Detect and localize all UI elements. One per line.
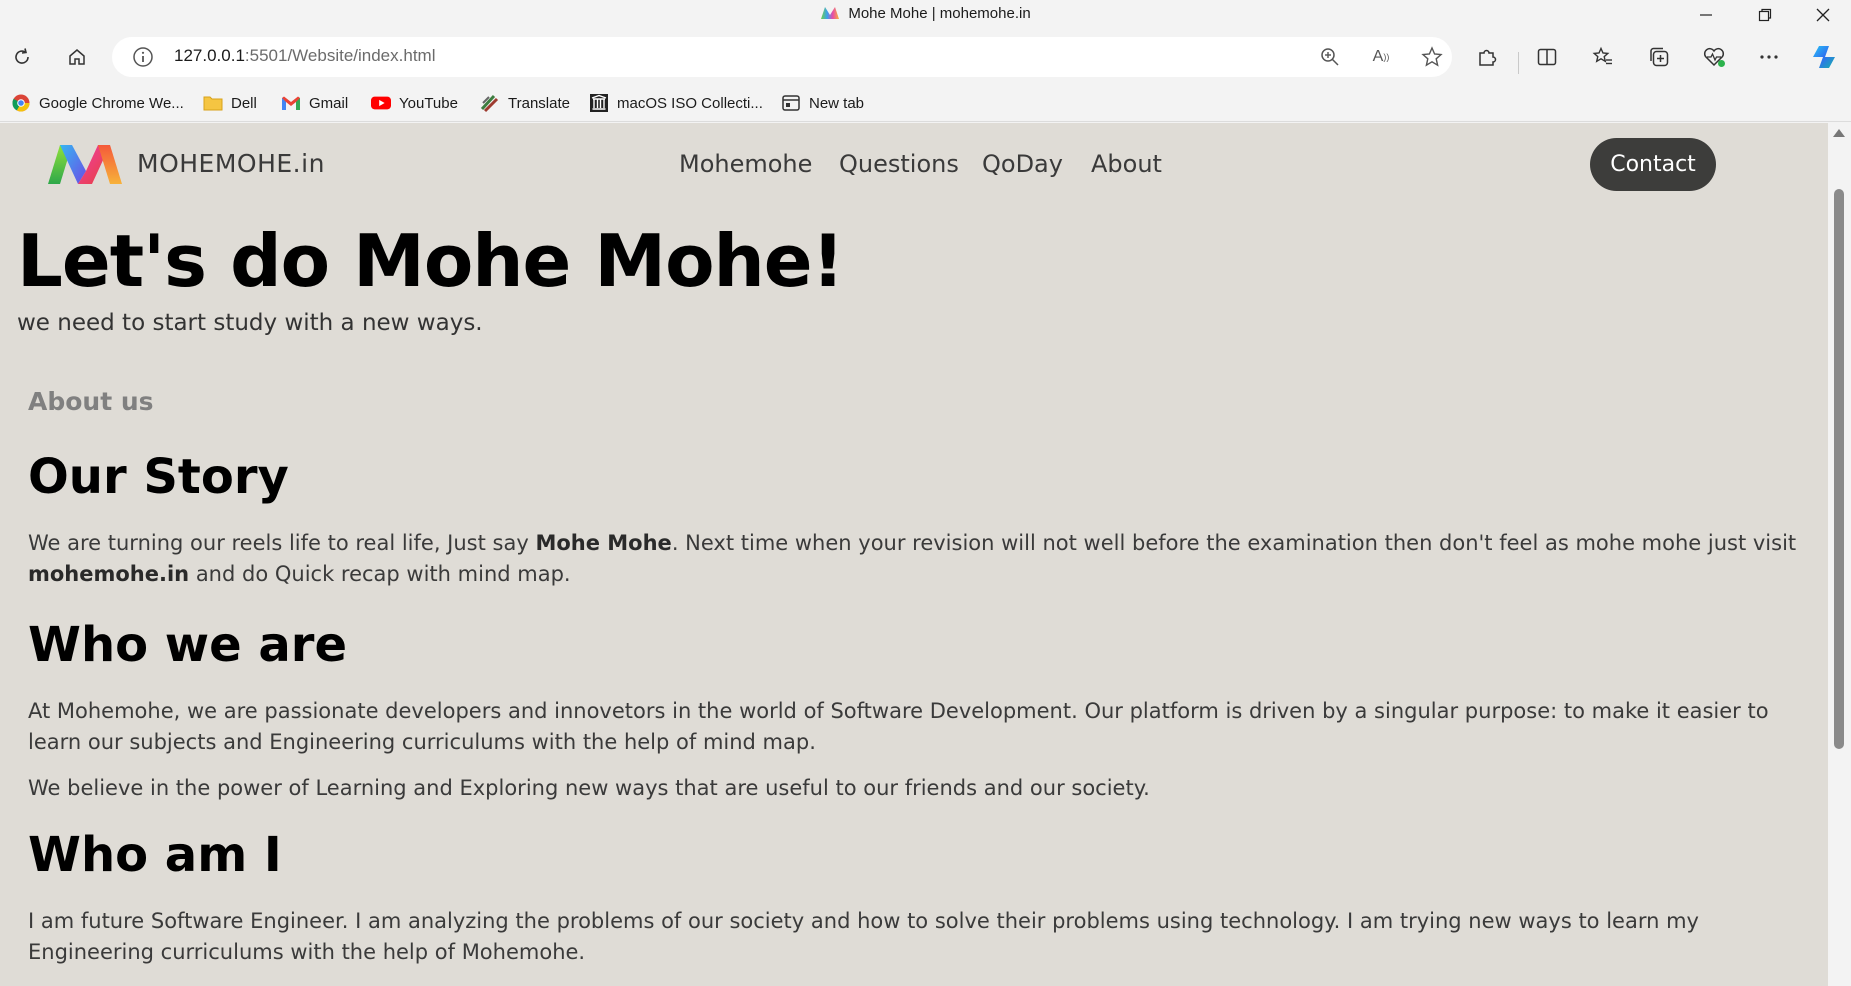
- bookmark-translate[interactable]: Translate: [480, 92, 570, 114]
- bookmark-label: macOS ISO Collecti...: [617, 94, 763, 112]
- bookmark-label: YouTube: [399, 94, 458, 112]
- split-screen-button[interactable]: [1529, 39, 1565, 75]
- our-story-paragraph: We are turning our reels life to real li…: [28, 528, 1800, 590]
- address-bar[interactable]: 127.0.0.1:5501/Website/index.html A)): [112, 37, 1452, 77]
- bookmark-dell[interactable]: Dell: [203, 92, 257, 114]
- contact-button[interactable]: Contact: [1590, 138, 1716, 191]
- gmail-icon: [281, 93, 301, 113]
- url-text[interactable]: 127.0.0.1:5501/Website/index.html: [174, 46, 435, 66]
- story-text: . Next time when your revision will not …: [671, 531, 1797, 555]
- story-text: and do Quick recap with mind map.: [189, 562, 571, 586]
- copilot-icon: [1813, 46, 1835, 68]
- chrome-icon: [11, 93, 31, 113]
- nav-questions[interactable]: Questions: [839, 150, 959, 178]
- story-text: We are turning our reels life to real li…: [28, 531, 536, 555]
- our-story-heading: Our Story: [28, 449, 289, 505]
- hero-title: Let's do Mohe Mohe!: [17, 219, 844, 303]
- bookmark-macos-iso[interactable]: macOS ISO Collecti...: [589, 92, 763, 114]
- refresh-button[interactable]: [4, 39, 40, 75]
- site-info-icon[interactable]: [132, 46, 154, 72]
- bookmark-new-tab[interactable]: New tab: [781, 92, 864, 114]
- collections-button[interactable]: [1641, 39, 1677, 75]
- page-viewport: MOHEMOHE.in Mohemohe Questions QoDay Abo…: [0, 123, 1828, 986]
- who-we-are-heading: Who we are: [28, 617, 348, 673]
- refresh-icon: [15, 48, 29, 64]
- brand-name[interactable]: MOHEMOHE.in: [137, 149, 325, 178]
- scroll-thumb[interactable]: [1834, 189, 1844, 749]
- hero-subtitle: we need to start study with a new ways.: [17, 310, 483, 336]
- nav-about[interactable]: About: [1091, 150, 1162, 178]
- scroll-up-arrow-icon[interactable]: [1833, 129, 1845, 137]
- youtube-icon: [371, 93, 391, 113]
- favorites-button[interactable]: [1585, 39, 1621, 75]
- who-we-are-paragraph-2: We believe in the power of Learning and …: [28, 776, 1150, 800]
- minimize-button[interactable]: [1678, 0, 1734, 30]
- toolbar-divider: [1518, 52, 1519, 74]
- heart-pulse-icon: [1703, 47, 1725, 67]
- url-path: :5501/Website/index.html: [244, 46, 436, 65]
- bookmark-gmail[interactable]: Gmail: [281, 92, 348, 114]
- nav-mohemohe[interactable]: Mohemohe: [679, 150, 812, 178]
- bookmarks-bar: Google Chrome We... Dell Gmail YouTube T…: [0, 84, 1851, 122]
- restore-button[interactable]: [1737, 0, 1793, 30]
- folder-icon: [203, 93, 223, 113]
- puzzle-icon: [1479, 49, 1497, 66]
- browser-essentials-button[interactable]: [1696, 39, 1732, 75]
- bookmark-label: Gmail: [309, 94, 349, 112]
- read-aloud-icon[interactable]: A)): [1369, 45, 1393, 69]
- mohemohe-logo-icon[interactable]: [46, 143, 124, 189]
- site-header: MOHEMOHE.in Mohemohe Questions QoDay Abo…: [0, 123, 1828, 203]
- about-us-label: About us: [28, 387, 154, 416]
- who-am-i-paragraph: I am future Software Engineer. I am anal…: [28, 909, 1699, 964]
- favorite-star-icon[interactable]: [1420, 45, 1444, 69]
- bookmark-label: Dell: [231, 94, 257, 112]
- bookmark-chrome[interactable]: Google Chrome We...: [11, 92, 184, 114]
- close-window-button[interactable]: [1795, 0, 1851, 30]
- url-host: 127.0.0.1: [174, 46, 245, 65]
- who-am-i-heading: Who am I: [28, 827, 282, 883]
- nav-qoday[interactable]: QoDay: [982, 150, 1063, 178]
- newtab-icon: [781, 93, 801, 113]
- bookmark-label: Translate: [508, 94, 570, 112]
- tab-title: Mohe Mohe | mohemohe.in: [848, 5, 1031, 22]
- collections-icon: [1650, 47, 1669, 67]
- story-bold-brand: Mohe Mohe: [535, 531, 672, 555]
- page-scrollbar[interactable]: [1828, 123, 1851, 986]
- browser-toolbar: 127.0.0.1:5501/Website/index.html A)): [0, 30, 1851, 84]
- home-icon: [69, 49, 85, 65]
- home-button[interactable]: [59, 39, 95, 75]
- window-titlebar: Mohe Mohe | mohemohe.in: [0, 0, 1851, 30]
- copilot-button[interactable]: [1806, 39, 1842, 75]
- archive-icon: [589, 93, 609, 113]
- settings-more-button[interactable]: [1751, 39, 1787, 75]
- zoom-icon[interactable]: [1318, 45, 1342, 69]
- bookmark-label: Google Chrome We...: [39, 94, 184, 112]
- translate-icon: [480, 93, 500, 113]
- story-bold-site: mohemohe.in: [28, 562, 190, 586]
- more-dots-icon: [1760, 55, 1778, 59]
- who-we-are-paragraph-1: At Mohemohe, we are passionate developer…: [28, 699, 1769, 754]
- bookmark-label: New tab: [809, 94, 865, 112]
- bookmark-youtube[interactable]: YouTube: [371, 92, 458, 114]
- extensions-button[interactable]: [1469, 39, 1505, 75]
- window-title: Mohe Mohe | mohemohe.in: [0, 5, 1851, 24]
- split-screen-icon: [1537, 48, 1557, 66]
- favorites-list-icon: [1592, 46, 1612, 65]
- site-favicon-icon: [820, 6, 840, 24]
